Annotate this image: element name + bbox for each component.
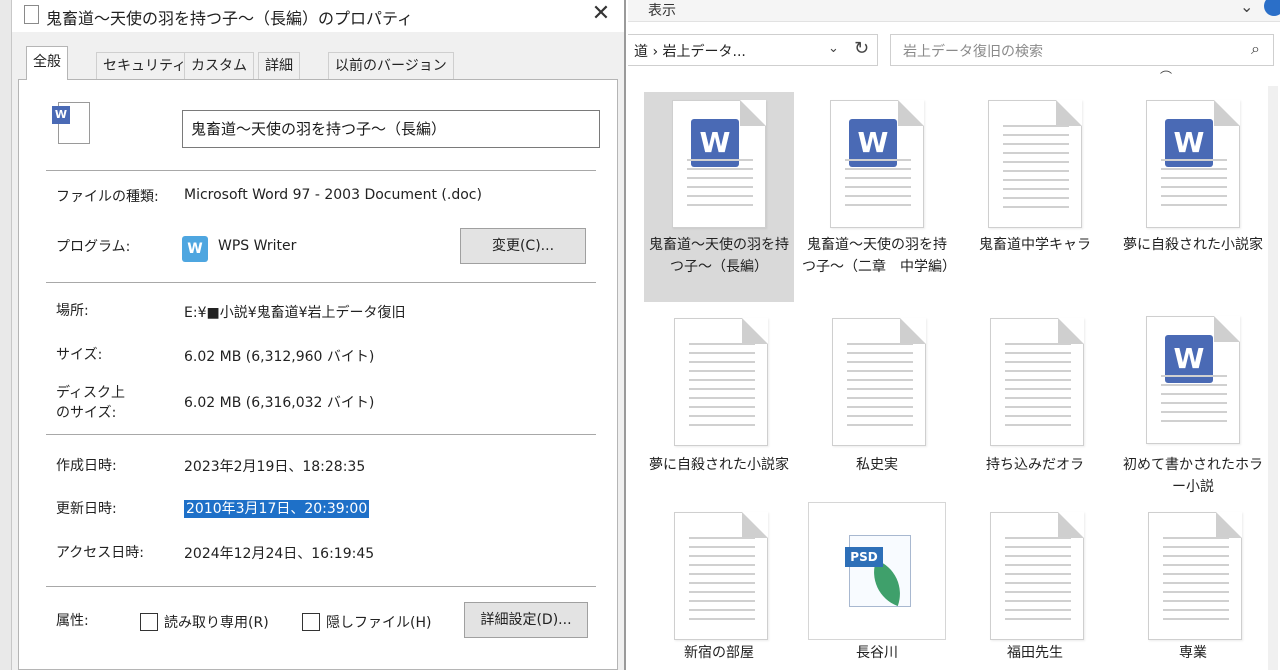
text-doc-icon xyxy=(990,512,1084,640)
psd-icon: PSD xyxy=(808,502,946,640)
chevron-down-icon[interactable]: ⌄ xyxy=(1240,0,1253,16)
tab-custom[interactable]: カスタム xyxy=(184,52,254,80)
tab-security[interactable]: セキュリティ xyxy=(96,52,194,80)
advanced-button[interactable]: 詳細設定(D)... xyxy=(464,602,588,638)
file-item[interactable]: 新宿の部屋 xyxy=(644,506,794,670)
file-name: 長谷川 xyxy=(856,645,898,661)
word-doc-icon: W xyxy=(1146,100,1240,228)
word-doc-icon: W xyxy=(1146,316,1240,444)
vertical-scrollbar[interactable] xyxy=(1268,86,1278,670)
text-doc-icon xyxy=(832,318,926,446)
size-value: 6.02 MB (6,312,960 バイト) xyxy=(184,349,375,365)
hidden-checkbox[interactable] xyxy=(302,613,320,631)
accessed-value: 2024年12月24日、16:19:45 xyxy=(184,546,375,562)
file-item[interactable]: 専業 xyxy=(1118,506,1268,670)
change-program-button[interactable]: 変更(C)... xyxy=(460,228,586,264)
text-doc-icon xyxy=(1148,512,1242,640)
text-doc-icon xyxy=(674,318,768,446)
created-label: 作成日時: xyxy=(56,458,117,474)
background-window-edge xyxy=(0,0,12,670)
readonly-checkbox[interactable] xyxy=(140,613,158,631)
file-item[interactable]: 私史実 xyxy=(802,312,952,502)
dialog-title-bar: 鬼畜道〜天使の羽を持つ子〜（長編）のプロパティ ✕ xyxy=(12,0,624,32)
file-item[interactable]: W 鬼畜道〜天使の羽を持つ子〜（二章 中学編） xyxy=(802,92,956,302)
file-type-value: Microsoft Word 97 - 2003 Document (.doc) xyxy=(184,187,482,203)
text-doc-icon xyxy=(990,318,1084,446)
location-value: E:¥■小説¥鬼畜道¥岩上データ復旧 xyxy=(184,305,406,321)
search-icon[interactable]: ⌕ xyxy=(1251,39,1260,59)
attributes-label: 属性: xyxy=(56,613,89,629)
breadcrumb[interactable]: 道 › 岩上データ... xyxy=(634,41,746,61)
ribbon-bar: 表示 ⌄ xyxy=(628,0,1280,22)
file-name: 鬼畜道〜天使の羽を持つ子〜（長編） xyxy=(649,237,789,275)
file-name: 福田先生 xyxy=(1007,645,1063,661)
file-name: 私史実 xyxy=(856,457,898,473)
file-icon xyxy=(24,5,39,24)
file-item[interactable]: 福田先生 xyxy=(960,506,1110,670)
divider xyxy=(46,170,596,171)
help-icon[interactable] xyxy=(1264,0,1280,16)
divider xyxy=(46,434,596,435)
close-icon[interactable]: ✕ xyxy=(588,0,614,28)
modified-label: 更新日時: xyxy=(56,501,117,517)
file-item[interactable]: W 初めて書かされたホラー小説 xyxy=(1118,312,1268,502)
modified-value-selection[interactable]: 2010年3月17日、20:39:00 xyxy=(184,500,370,518)
file-name: 初めて書かされたホラー小説 xyxy=(1123,457,1263,495)
file-name: 鬼畜道中学キャラ xyxy=(979,237,1091,253)
text-doc-icon xyxy=(988,100,1082,228)
tab-general[interactable]: 全般 xyxy=(26,46,68,80)
file-item[interactable]: 持ち込みだオラ xyxy=(960,312,1110,502)
location-label: 場所: xyxy=(56,303,89,319)
file-name: 鬼畜道〜天使の羽を持つ子〜（二章 中学編） xyxy=(802,237,956,275)
disk-size-label-line2: のサイズ: xyxy=(56,405,117,421)
file-name: 夢に自殺された小説家 xyxy=(649,457,789,473)
file-name-field[interactable]: 鬼畜道〜天使の羽を持つ子〜（長編） xyxy=(182,110,600,148)
properties-dialog: 鬼畜道〜天使の羽を持つ子〜（長編）のプロパティ ✕ 全般 セキュリティ カスタム… xyxy=(12,0,626,670)
refresh-icon[interactable]: ↻ xyxy=(854,38,869,59)
dialog-title: 鬼畜道〜天使の羽を持つ子〜（長編）のプロパティ xyxy=(46,9,414,28)
disk-size-value: 6.02 MB (6,316,032 バイト) xyxy=(184,395,375,411)
search-input[interactable]: 岩上データ復旧の検索 xyxy=(903,41,1043,61)
divider xyxy=(46,282,596,283)
created-value: 2023年2月19日、18:28:35 xyxy=(184,459,366,475)
accessed-label: アクセス日時: xyxy=(56,545,145,561)
tab-previous-versions[interactable]: 以前のバージョン xyxy=(328,52,454,80)
address-bar[interactable]: 道 › 岩上データ... ⌄ ↻ xyxy=(628,34,878,66)
file-name: 新宿の部屋 xyxy=(684,645,754,661)
search-box[interactable]: 岩上データ復旧の検索 ⌕ xyxy=(890,34,1274,66)
word-doc-icon: W xyxy=(672,100,766,228)
tab-bar: 全般 セキュリティ カスタム 詳細 以前のバージョン xyxy=(12,46,624,80)
view-menu[interactable]: 表示 xyxy=(648,0,676,20)
disk-size-label-line1: ディスク上 xyxy=(56,385,126,401)
program-value: WPS Writer xyxy=(218,238,297,254)
file-item[interactable]: 夢に自殺された小説家 xyxy=(644,312,794,502)
partial-file-label: ⌒ xyxy=(1160,70,1173,84)
general-panel xyxy=(18,79,618,670)
size-label: サイズ: xyxy=(56,347,103,363)
file-type-label: ファイルの種類: xyxy=(56,189,159,205)
hidden-label[interactable]: 隠しファイル(H) xyxy=(326,612,431,632)
file-item[interactable]: PSD 長谷川 xyxy=(802,500,952,670)
file-item[interactable]: W 夢に自殺された小説家 xyxy=(1118,92,1268,302)
tab-details[interactable]: 詳細 xyxy=(258,52,300,80)
file-name: 持ち込みだオラ xyxy=(986,457,1084,473)
wps-writer-icon: W xyxy=(182,236,208,262)
program-label: プログラム: xyxy=(56,239,131,255)
chevron-down-icon[interactable]: ⌄ xyxy=(828,41,839,56)
file-name: 専業 xyxy=(1179,645,1207,661)
text-doc-icon xyxy=(674,512,768,640)
word-doc-icon: W xyxy=(52,100,90,146)
readonly-label[interactable]: 読み取り専用(R) xyxy=(164,612,269,632)
file-item[interactable]: W 鬼畜道〜天使の羽を持つ子〜（長編） xyxy=(644,92,794,302)
word-doc-icon: W xyxy=(830,100,924,228)
divider xyxy=(46,586,596,587)
file-item[interactable]: 鬼畜道中学キャラ xyxy=(960,92,1110,302)
modified-value[interactable]: 2010年3月17日、20:39:00 xyxy=(184,498,370,518)
file-name: 夢に自殺された小説家 xyxy=(1123,237,1263,253)
